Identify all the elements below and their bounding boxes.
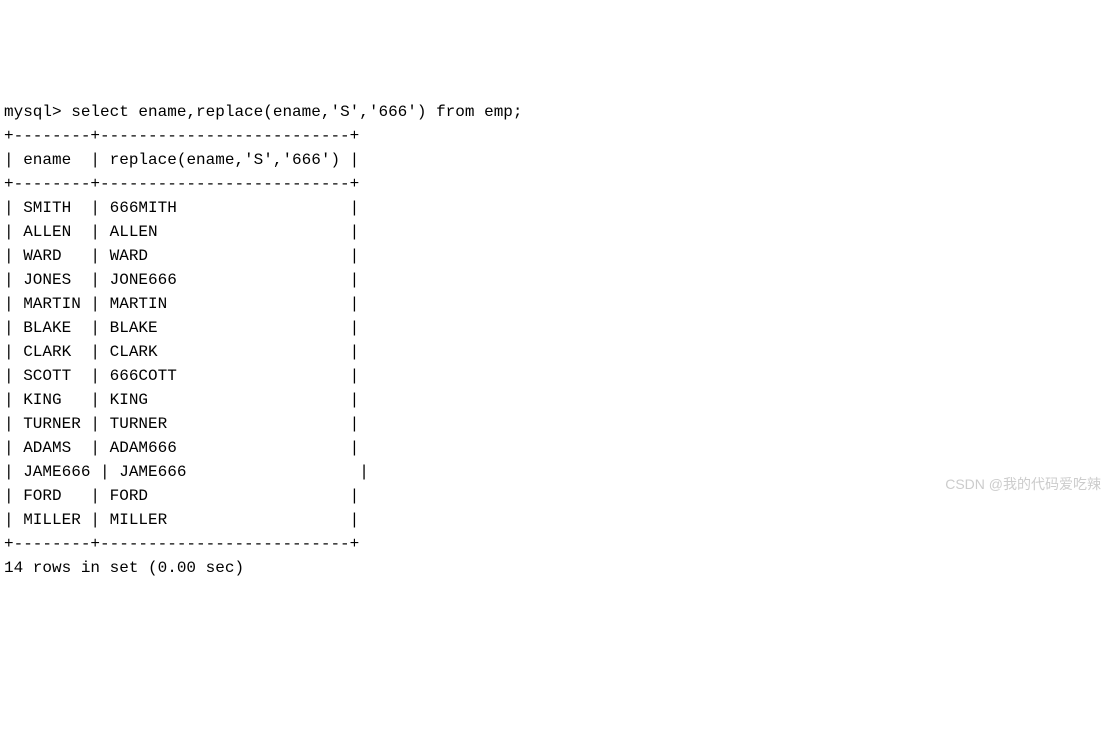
mysql-prompt: mysql> (4, 103, 62, 121)
table-separator-mid: +--------+--------------------------+ (4, 175, 359, 193)
header-col1: ename (23, 151, 81, 169)
table-separator-bottom: +--------+--------------------------+ (4, 535, 359, 553)
table-rows: | SMITH | 666MITH | | ALLEN | ALLEN | | … (4, 199, 369, 529)
table-separator-top: +--------+--------------------------+ (4, 127, 359, 145)
header-col2: replace(ename,'S','666') (110, 151, 340, 169)
sql-query: select ename,replace(ename,'S','666') fr… (71, 103, 522, 121)
result-footer: 14 rows in set (0.00 sec) (4, 559, 244, 577)
watermark: CSDN @我的代码爱吃辣 (945, 474, 1101, 495)
mysql-terminal-output: mysql> select ename,replace(ename,'S','6… (4, 100, 1109, 580)
